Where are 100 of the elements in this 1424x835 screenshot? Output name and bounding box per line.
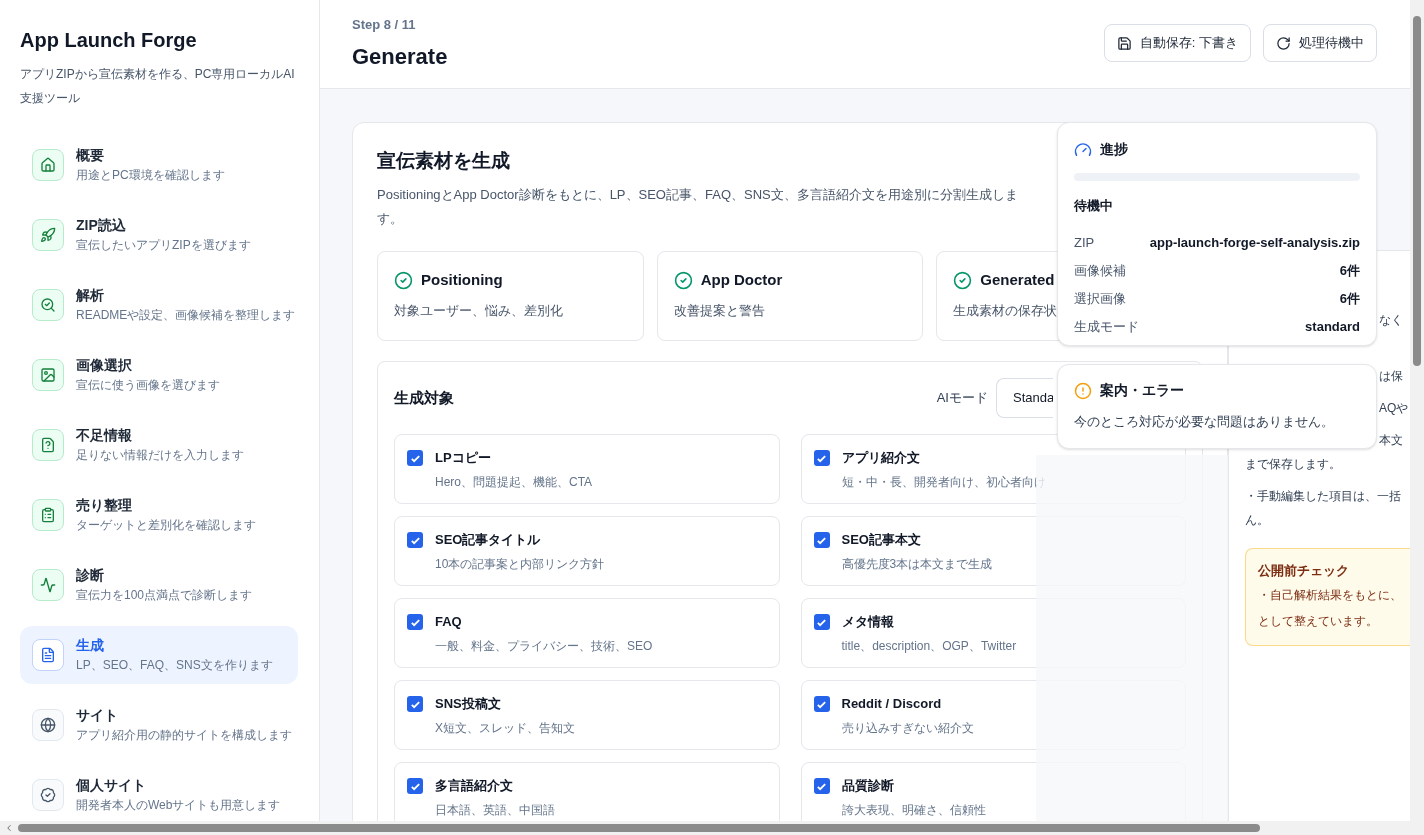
option-label: メタ情報 xyxy=(841,613,895,631)
question-file-icon xyxy=(40,437,56,453)
nav-item[interactable]: サイト アプリ紹介用の静的サイトを構成します xyxy=(20,696,298,754)
image-icon xyxy=(40,367,56,383)
nav-label: 解析 xyxy=(76,286,105,305)
app-subtitle: アプリZIPから宣伝素材を作る、PC専用ローカルAI支援ツール xyxy=(20,66,296,107)
feature-description: 生成素材の保存状 xyxy=(953,301,1058,320)
save-icon xyxy=(1116,35,1132,51)
note-text: ・手動編集した項目は、一括 xyxy=(1245,488,1401,505)
rotate-icon xyxy=(1276,35,1291,51)
option-label: FAQ xyxy=(435,613,463,631)
option-label: アプリ紹介文 xyxy=(841,449,921,467)
nav-item[interactable]: 不足情報 足りない情報だけを入力します xyxy=(20,416,298,474)
vertical-scrollbar[interactable] xyxy=(1410,0,1424,821)
nav-item[interactable]: 画像選択 宣伝に使う画像を選びます xyxy=(20,346,298,404)
nav-description: アプリ紹介用の静的サイトを構成します xyxy=(76,727,292,744)
checkbox[interactable] xyxy=(407,614,423,630)
nav-label: 診断 xyxy=(76,566,105,585)
feature-title: Generated xyxy=(980,270,1055,290)
note-text: は保 xyxy=(1379,368,1403,385)
header-button[interactable]: 処理待機中 xyxy=(1263,24,1377,62)
nav-description: READMEや設定、画像候補を整理します xyxy=(76,307,296,324)
nav-label: 売り整理 xyxy=(76,496,133,515)
note-text: まで保存します。 xyxy=(1245,456,1341,473)
section-description: PositioningとApp Doctor診断をもとに、LP、SEO記事、FAQ、SNS文、多言語紹介文を用途別に分割生成します。 xyxy=(377,186,1019,228)
option-description: 10本の記事案と内部リンク方針 xyxy=(435,556,605,573)
feature-title: Positioning xyxy=(421,270,503,290)
nav-item[interactable]: 解析 READMEや設定、画像候補を整理します xyxy=(20,276,298,334)
alert-icon xyxy=(1074,381,1092,400)
nav-item[interactable]: 個人サイト 開発者本人のWebサイトも用意します xyxy=(20,766,298,821)
nav-item[interactable]: ZIP読込 宣伝したいアプリZIPを選びます xyxy=(20,206,298,264)
badge-check-icon xyxy=(40,787,56,803)
option-description: Hero、問題提起、機能、CTA xyxy=(435,474,593,491)
option-description: 一般、料金、プライバシー、技術、SEO xyxy=(435,638,653,655)
info-label: ZIP xyxy=(1074,233,1095,252)
target-option[interactable]: LPコピー Hero、問題提起、機能、CTA xyxy=(394,434,780,504)
nav-label: 個人サイト xyxy=(76,776,147,795)
progress-title: 進捗 xyxy=(1100,140,1128,159)
check-text: として整えています。 xyxy=(1258,612,1378,630)
feature-description: 対象ユーザー、悩み、差別化 xyxy=(394,301,563,320)
checkbox[interactable] xyxy=(407,450,423,466)
option-label: SNS投稿文 xyxy=(435,695,502,713)
header-button[interactable]: 自動保存: 下書き xyxy=(1103,24,1251,62)
info-value: app-launch-forge-self-analysis.zip xyxy=(1149,233,1360,252)
option-label: SEO記事本文 xyxy=(841,531,922,549)
scroll-left-icon[interactable] xyxy=(4,823,14,833)
globe-icon xyxy=(40,717,56,733)
nav-item[interactable]: 売り整理 ターゲットと差別化を確認します xyxy=(20,486,298,544)
option-description: title、description、OGP、Twitter xyxy=(841,638,1017,655)
nav-label: 生成 xyxy=(76,636,105,655)
nav-description: 宣伝に使う画像を選びます xyxy=(76,377,220,394)
info-value: 6件 xyxy=(1339,289,1360,308)
option-label: Reddit / Discord xyxy=(841,695,943,713)
check-title: 公開前チェック xyxy=(1258,562,1350,580)
nav-description: 用途とPC環境を確認します xyxy=(76,167,225,184)
checkbox[interactable] xyxy=(407,778,423,794)
rocket-icon xyxy=(40,227,56,243)
checkbox[interactable] xyxy=(813,450,830,466)
nav-item[interactable]: 診断 宣伝力を100点満点で診断します xyxy=(20,556,298,614)
checkbox[interactable] xyxy=(407,532,423,548)
checkbox[interactable] xyxy=(813,778,830,794)
nav-label: ZIP読込 xyxy=(76,216,127,235)
house-icon xyxy=(40,157,56,173)
checkbox[interactable] xyxy=(407,696,423,712)
checkbox[interactable] xyxy=(813,614,830,630)
option-description: 高優先度3本は本文まで生成 xyxy=(841,556,993,573)
option-description: 誇大表現、明確さ、信頼性 xyxy=(841,802,986,819)
step-indicator: Step 8 / 11 xyxy=(352,16,417,34)
checkbox[interactable] xyxy=(813,696,830,712)
info-label: 選択画像 xyxy=(1074,289,1126,308)
note-text: AQや xyxy=(1379,400,1409,417)
target-option[interactable]: SEO記事タイトル 10本の記事案と内部リンク方針 xyxy=(394,516,780,586)
nav-description: 宣伝したいアプリZIPを選びます xyxy=(76,237,251,254)
note-text: なく xyxy=(1379,312,1403,329)
nav-label: 画像選択 xyxy=(76,356,133,375)
nav-description: LP、SEO、FAQ、SNS文を作ります xyxy=(76,657,273,674)
info-label: 生成モード xyxy=(1074,317,1139,336)
nav-item[interactable]: 生成 LP、SEO、FAQ、SNS文を作ります xyxy=(20,626,298,684)
page-title: Generate xyxy=(352,43,448,71)
check-text: ・自己解析結果をもとに、 xyxy=(1258,586,1402,604)
nav-label: 不足情報 xyxy=(76,426,133,445)
gauge-icon xyxy=(1074,140,1092,159)
app-title: App Launch Forge xyxy=(20,28,198,53)
info-label: 画像候補 xyxy=(1074,261,1126,280)
info-value: 6件 xyxy=(1339,261,1360,280)
info-value: standard xyxy=(1305,317,1360,336)
alert-message: 今のところ対応が必要な問題はありません。 xyxy=(1074,413,1335,431)
feature-title: App Doctor xyxy=(700,270,783,290)
nav-item[interactable]: 概要 用途とPC環境を確認します xyxy=(20,136,298,194)
alert-title: 案内・エラー xyxy=(1100,381,1184,400)
note-text: 本文 xyxy=(1379,432,1403,449)
target-option[interactable]: SNS投稿文 X短文、スレッド、告知文 xyxy=(394,680,780,750)
ai-mode-label: AIモード xyxy=(936,389,988,408)
targets-title: 生成対象 xyxy=(394,387,454,408)
progress-status: 待機中 xyxy=(1074,197,1114,215)
checkbox[interactable] xyxy=(813,532,830,548)
search-check-icon xyxy=(40,297,56,313)
clipboard-icon xyxy=(40,507,56,523)
horizontal-scrollbar[interactable] xyxy=(0,821,1424,835)
target-option[interactable]: FAQ 一般、料金、プライバシー、技術、SEO xyxy=(394,598,780,668)
